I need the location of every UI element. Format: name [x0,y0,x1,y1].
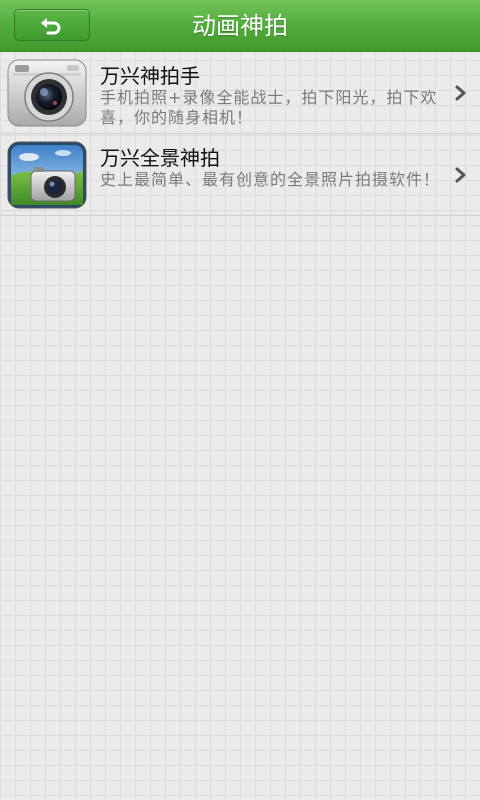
app-list: 万兴神拍手 手机拍照+录像全能战士，拍下阳光，拍下欢喜，你的随身相机！ 万兴全景… [0,52,480,216]
app-list-item[interactable]: 万兴全景神拍 史上最简单、最有创意的全景照片拍摄软件！ [0,134,480,216]
app-name: 万兴神拍手 [100,64,200,88]
panorama-camera-app-icon [7,141,87,209]
app-description: 史上最简单、最有创意的全景照片拍摄软件！ [100,170,441,189]
app-description: 手机拍照+录像全能战士，拍下阳光，拍下欢喜，你的随身相机！ [100,88,438,127]
app-name: 万兴全景神拍 [100,146,220,170]
camera-app-icon [7,59,87,127]
app-list-item[interactable]: 万兴神拍手 手机拍照+录像全能战士，拍下阳光，拍下欢喜，你的随身相机！ [0,52,480,134]
chevron-right-icon [455,167,466,183]
chevron-right-icon [455,85,466,101]
title-bar: 动画神拍 [0,0,480,52]
page-title: 动画神拍 [192,12,288,40]
